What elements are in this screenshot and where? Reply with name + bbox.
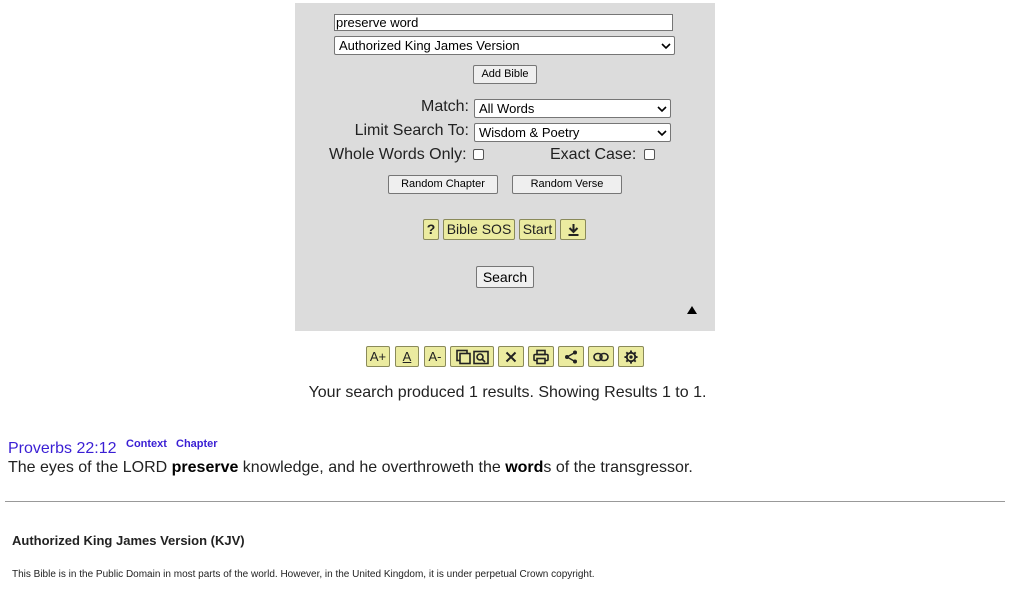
version-select[interactable]: Authorized King James Version [334,36,675,55]
reset-font-button[interactable]: A [395,346,419,367]
match-select-value: All Words [479,101,535,116]
start-button[interactable]: Start [519,219,556,240]
whole-words-checkbox[interactable] [473,149,484,160]
divider [5,501,1005,502]
limit-search-select[interactable]: Wisdom & Poetry [474,123,671,142]
version-title: Authorized King James Version (KJV) [12,533,245,548]
print-icon [533,349,549,364]
context-link[interactable]: Context [126,438,167,450]
match-label: Match: [420,98,469,115]
settings-button[interactable] [618,346,644,367]
verse-reference-link[interactable]: Proverbs 22:12 [8,440,117,458]
highlight-term: preserve [171,459,239,476]
bible-sos-button[interactable]: Bible SOS [443,219,515,240]
help-button[interactable]: ? [423,219,439,240]
increase-font-button[interactable]: A+ [366,346,390,367]
exact-case-label: Exact Case: [550,146,637,163]
verse-text: The eyes of the LORD preserve knowledge,… [8,459,693,477]
search-panel: preserve word Authorized King James Vers… [295,3,715,331]
close-icon [505,351,517,362]
exact-case-checkbox[interactable] [644,149,655,160]
print-button[interactable] [528,346,554,367]
limit-search-value: Wisdom & Poetry [479,125,580,140]
download-button[interactable] [560,219,586,240]
chevron-down-icon [657,106,667,113]
add-bible-button[interactable]: Add Bible [473,65,537,84]
random-chapter-button[interactable]: Random Chapter [388,175,498,194]
chapter-link[interactable]: Chapter [176,438,218,450]
verse-text-part: knowledge, and he overthroweth the [238,459,506,476]
share-button[interactable] [558,346,584,367]
share-icon [565,350,577,363]
link-button[interactable] [588,346,614,367]
chevron-down-icon [661,43,671,50]
triangle-up-icon[interactable] [686,304,698,316]
chevron-down-icon [657,130,667,137]
random-verse-button[interactable]: Random Verse [512,175,622,194]
verse-text-part: s of the transgressor. [543,459,693,476]
copyright-notice: This Bible is in the Public Domain in mo… [12,569,595,580]
version-select-value: Authorized King James Version [339,38,520,53]
copy-preview-icon [456,349,489,364]
highlight-term: word [505,459,544,476]
search-input[interactable]: preserve word [334,14,673,31]
results-summary: Your search produced 1 results. Showing … [308,384,707,401]
verse-text-part: The eyes of the LORD [8,459,172,476]
search-button[interactable]: Search [476,266,534,288]
match-select[interactable]: All Words [474,99,671,118]
settings-icon [624,349,638,364]
limit-search-label: Limit Search To: [354,122,469,139]
link-icon [593,352,609,361]
download-icon [568,224,579,236]
decrease-font-button[interactable]: A- [424,346,446,367]
copy-preview-button[interactable] [450,346,494,367]
whole-words-label: Whole Words Only: [329,146,467,163]
close-button[interactable] [498,346,524,367]
